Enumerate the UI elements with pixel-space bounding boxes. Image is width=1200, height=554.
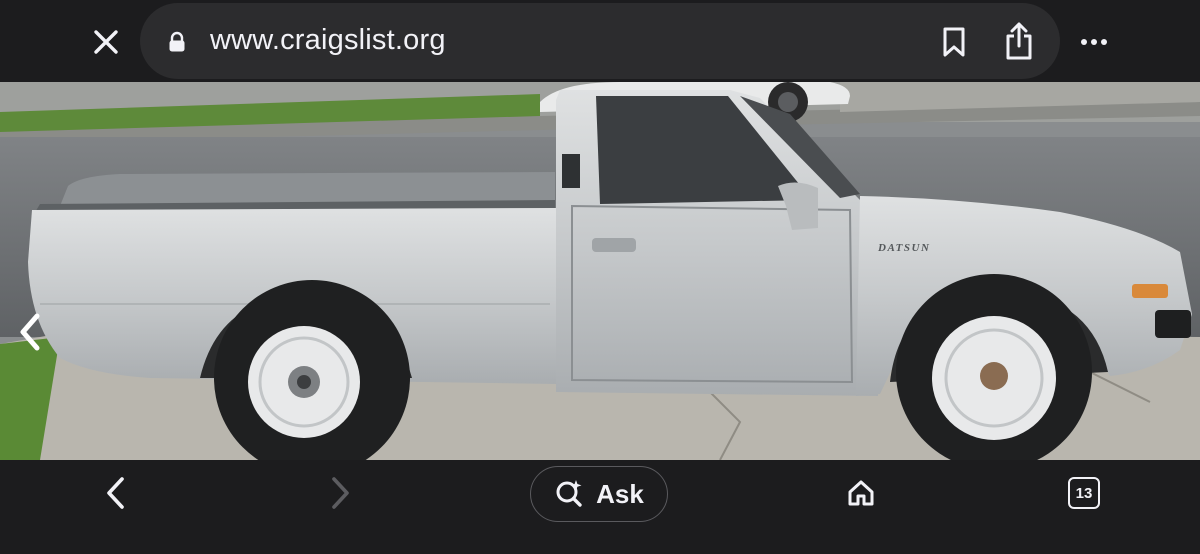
datsun-badge: DATSUN (878, 242, 958, 254)
close-button[interactable] (86, 22, 126, 62)
previous-photo-button[interactable] (12, 308, 48, 356)
ask-button[interactable]: Ask (530, 466, 668, 522)
lock-icon (169, 31, 185, 52)
share-icon (1006, 22, 1032, 60)
tabs-button[interactable]: 13 (1068, 477, 1100, 509)
bookmark-icon (943, 27, 965, 57)
ask-label: Ask (596, 478, 644, 509)
sparkle-search-icon (556, 480, 582, 507)
chevron-left-icon (20, 313, 40, 351)
top-toolbar: www.craigslist.org (0, 0, 1200, 82)
truck-photo-image (0, 82, 1200, 460)
home-button[interactable] (842, 474, 880, 512)
more-icon (1081, 39, 1107, 45)
listing-photo[interactable]: DATSUN (0, 82, 1200, 460)
close-icon (94, 30, 118, 54)
more-button[interactable] (1076, 28, 1112, 56)
forward-button[interactable] (322, 474, 358, 512)
share-button[interactable] (1000, 20, 1038, 62)
tab-count: 13 (1075, 484, 1093, 502)
home-icon (848, 480, 874, 506)
bookmark-button[interactable] (938, 24, 970, 60)
back-button[interactable] (98, 474, 134, 512)
url-text[interactable]: www.craigslist.org (210, 24, 446, 57)
back-icon (107, 477, 124, 509)
forward-icon (332, 477, 349, 509)
badge-text: DATSUN (878, 242, 931, 254)
